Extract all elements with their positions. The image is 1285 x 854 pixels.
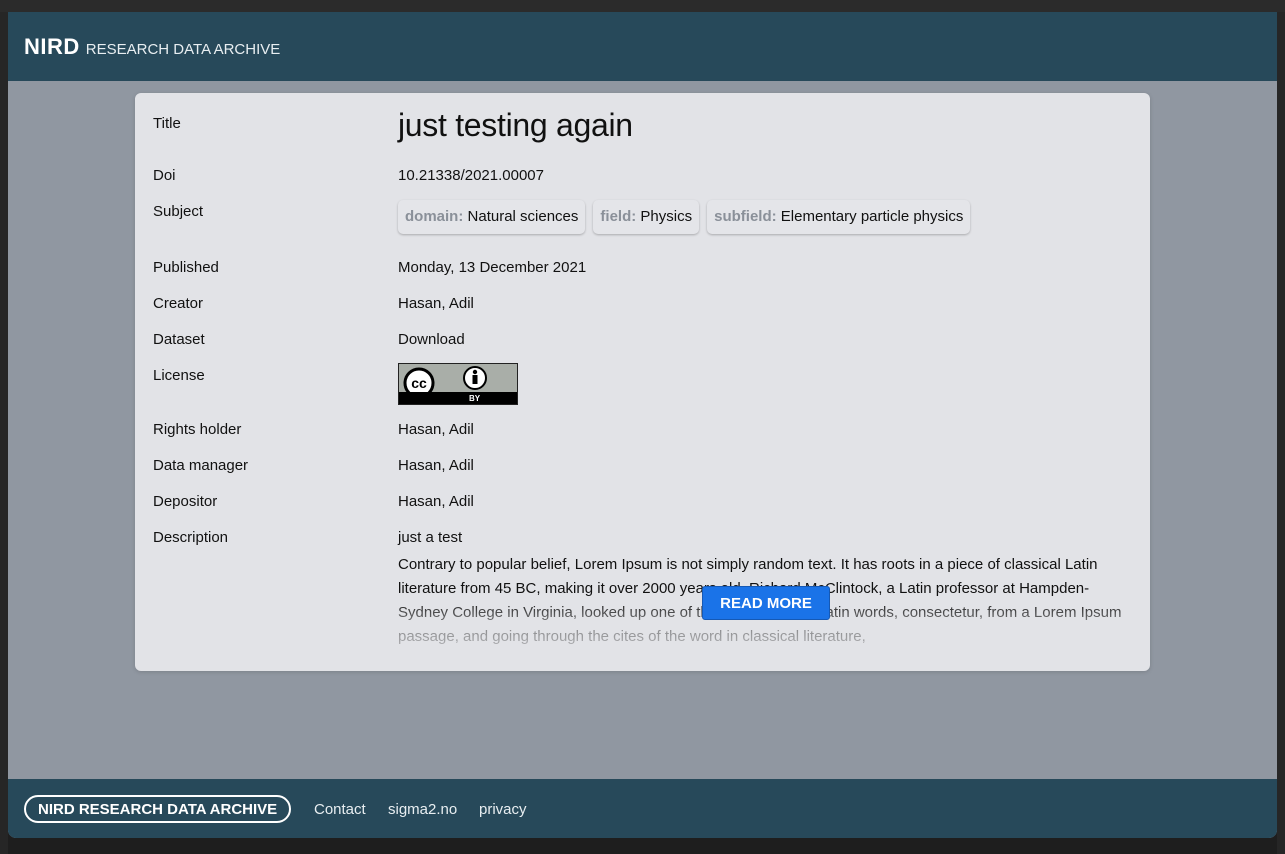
footer-brand-pill[interactable]: NIRD RESEARCH DATA ARCHIVE	[24, 795, 292, 823]
footer-link-privacy[interactable]: privacy	[479, 801, 527, 818]
site-header: NIRD RESEARCH DATA ARCHIVE	[8, 12, 1277, 81]
chip-value: Natural sciences	[467, 208, 579, 225]
brand-light-text: RESEARCH DATA ARCHIVE	[85, 41, 281, 58]
subject-chip-domain[interactable]: domain: Natural sciences	[398, 200, 586, 234]
depositor-label: Depositor	[153, 493, 218, 510]
dataset-download-link[interactable]: Download	[398, 331, 465, 348]
svg-text:cc: cc	[411, 375, 427, 391]
license-by-strip	[399, 392, 517, 404]
published-value: Monday, 13 December 2021	[398, 259, 587, 276]
subject-chip-subfield[interactable]: subfield: Elementary particle physics	[707, 200, 971, 234]
record-title: just testing again	[398, 107, 633, 143]
chip-value: Physics	[640, 208, 693, 225]
doi-value: 10.21338/2021.00007	[398, 167, 544, 184]
depositor-value: Hasan, Adil	[398, 493, 474, 510]
site-footer: NIRD RESEARCH DATA ARCHIVE Contact sigma…	[8, 779, 1277, 838]
description-row: Description just a test Contrary to popu…	[153, 529, 1138, 669]
cc-by-license-badge[interactable]: cc BY	[398, 363, 518, 405]
footer-link-contact[interactable]: Contact	[314, 801, 366, 818]
os-top-bar	[0, 0, 1285, 12]
site-brand[interactable]: NIRD RESEARCH DATA ARCHIVE	[24, 34, 280, 60]
footer-link-sigma2[interactable]: sigma2.no	[388, 801, 457, 818]
read-more-button[interactable]: READ MORE	[702, 586, 830, 620]
license-label: License	[153, 367, 205, 384]
rights-holder-value: Hasan, Adil	[398, 421, 474, 438]
title-label: Title	[153, 115, 181, 132]
os-edge-left	[0, 12, 8, 854]
description-label: Description	[153, 529, 229, 546]
subject-chips: domain: Natural sciences field: Physics su…	[398, 200, 978, 234]
description-first-line: just a test	[398, 529, 463, 546]
subject-label: Subject	[153, 203, 204, 220]
dataset-label: Dataset	[153, 331, 205, 348]
published-label: Published	[153, 259, 219, 276]
chip-key: subfield:	[714, 208, 777, 225]
rights-holder-label: Rights holder	[153, 421, 242, 438]
browser-window: NIRD RESEARCH DATA ARCHIVE Title just te…	[8, 12, 1277, 838]
brand-bold-text: NIRD	[24, 34, 80, 59]
os-edge-right	[1277, 12, 1285, 854]
subject-chip-field[interactable]: field: Physics	[593, 200, 700, 234]
license-by-text: BY	[469, 394, 481, 403]
creator-value: Hasan, Adil	[398, 295, 474, 312]
chip-key: field:	[600, 208, 637, 225]
creator-label: Creator	[153, 295, 204, 312]
chip-key: domain:	[405, 208, 464, 225]
record-card: Title just testing again Doi 10.21338/20…	[135, 93, 1150, 671]
doi-label: Doi	[153, 167, 176, 184]
data-manager-label: Data manager	[153, 457, 249, 474]
data-manager-value: Hasan, Adil	[398, 457, 474, 474]
cc-icon: cc	[403, 366, 487, 392]
chip-value: Elementary particle physics	[780, 208, 964, 225]
